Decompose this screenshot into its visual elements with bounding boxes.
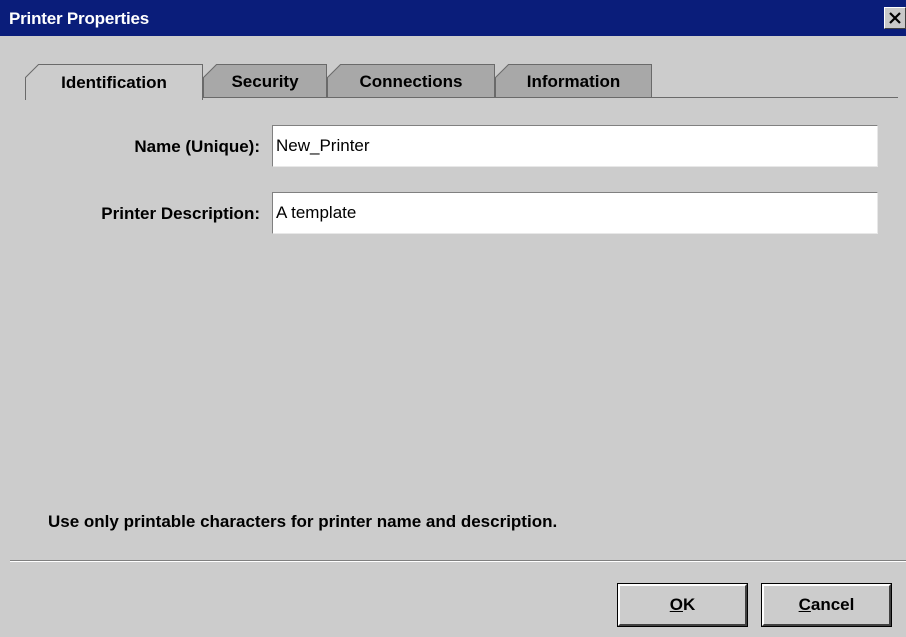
ok-label: K: [682, 595, 696, 614]
tab-security[interactable]: Security: [203, 64, 327, 98]
name-label: Name (Unique):: [134, 137, 260, 156]
tab-corner: [25, 64, 39, 78]
tab-information[interactable]: Information: [495, 64, 652, 98]
close-icon: [889, 12, 901, 24]
tab-corner: [203, 64, 217, 78]
tab-bar: Identification Security Connections Info…: [25, 64, 725, 100]
help-note: Use only printable characters for printe…: [48, 512, 558, 531]
cancel-button[interactable]: Cancel: [761, 583, 892, 627]
name-input[interactable]: New_Printer: [272, 125, 878, 167]
tab-label: Information: [526, 71, 621, 91]
name-input-value: New_Printer: [276, 136, 370, 155]
tab-connections[interactable]: Connections: [327, 64, 495, 98]
description-label: Printer Description:: [101, 204, 260, 223]
title-bar[interactable]: Printer Properties: [0, 0, 906, 36]
cancel-label: ancel: [810, 595, 855, 614]
close-button[interactable]: [884, 7, 906, 29]
tab-corner: [495, 64, 509, 78]
cancel-mnemonic: C: [798, 595, 811, 614]
ok-button[interactable]: OK: [617, 583, 748, 627]
tab-label: Security: [231, 71, 299, 91]
tab-label: Connections: [359, 71, 463, 91]
printer-properties-dialog: Printer Properties Identification Securi…: [0, 0, 906, 637]
window-title: Printer Properties: [9, 9, 150, 28]
description-input-value: A template: [276, 203, 357, 222]
ok-mnemonic: O: [669, 595, 683, 614]
tab-identification[interactable]: Identification: [25, 64, 203, 100]
tab-label: Identification: [61, 72, 167, 92]
tab-corner: [327, 64, 341, 78]
separator: [10, 560, 906, 562]
description-input[interactable]: A template: [272, 192, 878, 234]
